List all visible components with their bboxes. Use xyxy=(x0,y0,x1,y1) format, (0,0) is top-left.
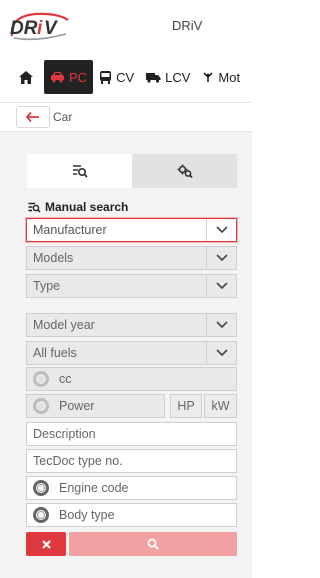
engine-code-radio[interactable] xyxy=(33,480,49,496)
unit-hp-button[interactable]: HP xyxy=(170,394,202,418)
unit-hp-label: HP xyxy=(177,399,195,413)
bus-icon xyxy=(100,70,112,84)
type-select[interactable]: Type xyxy=(26,274,237,298)
breadcrumb: Car xyxy=(0,102,252,132)
model-year-value: Model year xyxy=(33,318,95,332)
svg-text:DR: DR xyxy=(10,18,38,39)
tab-vehicle-search[interactable] xyxy=(132,154,237,188)
tecdoc-placeholder: TecDoc type no. xyxy=(33,454,123,468)
vehicle-settings-icon xyxy=(177,164,193,178)
cc-option[interactable]: cc xyxy=(26,367,237,391)
body-type-radio[interactable] xyxy=(33,507,49,523)
unit-kw-label: kW xyxy=(211,399,230,413)
breadcrumb-label: Car xyxy=(53,110,73,124)
cc-label: cc xyxy=(59,372,72,386)
tab-manual-search[interactable] xyxy=(27,154,132,188)
type-value: Type xyxy=(33,279,61,293)
description-field[interactable]: Description xyxy=(26,422,237,446)
home-button[interactable] xyxy=(12,62,40,92)
home-icon xyxy=(19,70,33,84)
power-label: Power xyxy=(59,399,95,413)
truck-icon xyxy=(146,72,161,83)
search-icon xyxy=(147,538,159,550)
chevron-down-icon xyxy=(206,275,236,297)
fuel-value: All fuels xyxy=(33,346,77,360)
nav-item-lcv[interactable]: LCV xyxy=(140,60,196,94)
svg-text:i: i xyxy=(37,18,43,39)
chevron-down-icon xyxy=(206,247,236,269)
motorcycle-icon xyxy=(203,72,213,82)
clear-button[interactable] xyxy=(26,532,66,556)
models-value: Models xyxy=(33,251,74,265)
back-button[interactable] xyxy=(16,106,50,128)
section-title: Manual search xyxy=(28,200,128,214)
nav-item-label: Mot xyxy=(218,69,241,85)
engine-code-label: Engine code xyxy=(59,481,129,495)
nav-item-pc[interactable]: PC xyxy=(44,60,94,94)
brand-name: DRiV xyxy=(172,18,203,33)
description-placeholder: Description xyxy=(33,427,96,441)
search-button[interactable] xyxy=(69,532,237,556)
fuel-select[interactable]: All fuels xyxy=(26,341,237,365)
nav-item-label: LCV xyxy=(165,69,191,85)
unit-kw-button[interactable]: kW xyxy=(204,394,237,418)
section-title-label: Manual search xyxy=(45,200,129,214)
models-select[interactable]: Models xyxy=(26,246,237,270)
body-type-label: Body type xyxy=(59,508,115,522)
car-icon xyxy=(51,72,64,83)
power-option[interactable]: Power xyxy=(26,394,165,418)
search-panel: Manual search Manufacturer Models Type M… xyxy=(0,132,252,578)
cc-radio[interactable] xyxy=(33,371,49,387)
engine-code-option[interactable]: Engine code xyxy=(26,476,237,500)
chevron-down-icon xyxy=(206,314,236,336)
arrow-left-icon xyxy=(26,112,39,122)
driv-logo[interactable]: DR i V xyxy=(6,10,78,44)
search-mode-tabs xyxy=(27,154,237,188)
nav-item-moto[interactable]: Mot xyxy=(196,60,246,94)
nav-item-label: CV xyxy=(116,69,135,85)
manufacturer-select[interactable]: Manufacturer xyxy=(26,218,237,242)
body-type-option[interactable]: Body type xyxy=(26,503,237,527)
model-year-select[interactable]: Model year xyxy=(26,313,237,337)
manual-search-icon xyxy=(28,202,41,213)
nav-item-cv[interactable]: CV xyxy=(93,60,140,94)
nav-item-label: PC xyxy=(69,69,88,85)
tecdoc-type-field[interactable]: TecDoc type no. xyxy=(26,449,237,473)
manufacturer-value: Manufacturer xyxy=(33,223,107,237)
manual-search-icon xyxy=(72,165,88,178)
chevron-down-icon xyxy=(206,342,236,364)
power-radio[interactable] xyxy=(33,398,49,414)
app-header: DR i V DRiV xyxy=(0,0,252,56)
chevron-down-icon xyxy=(206,219,236,241)
svg-text:V: V xyxy=(44,18,58,39)
close-icon xyxy=(41,539,51,549)
vehicle-type-nav: PC CV LCV Mot xyxy=(0,56,252,98)
